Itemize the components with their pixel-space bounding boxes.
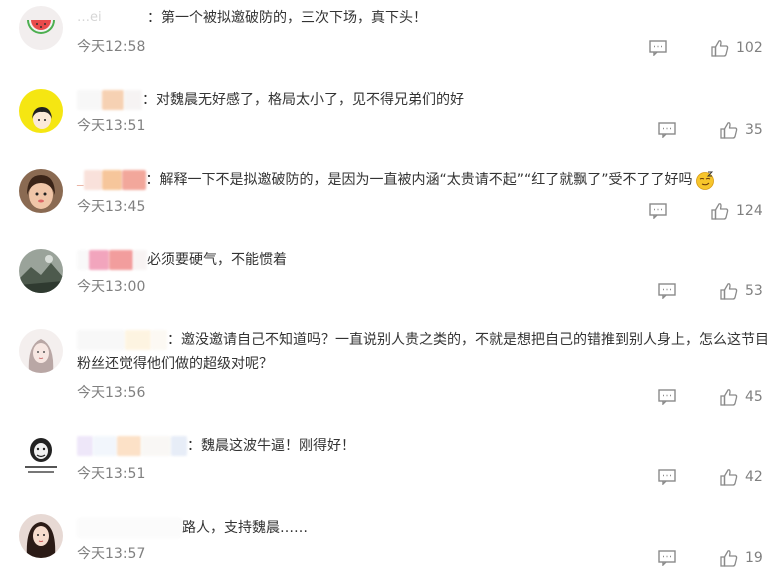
cartoon-girl [19,89,63,133]
username-blur [151,330,167,350]
like-count: 19 [745,550,763,566]
comment-text: 魏晨这波牛逼！刚得好！ [201,438,355,454]
comment-text-line: _ ：解释一下不是拟邀破防的，是因为一直被内涵“太贵请不起”“红了就飘了”受不了了… [77,168,774,192]
comment-text-line: ：魏晨这波牛逼！刚得好！ [77,434,774,458]
comment-text-line: 路人，支持魏晨…… [77,516,774,540]
separator: ： [147,10,161,26]
timestamp: 今天13:51 [77,118,146,134]
username-blur [102,90,124,110]
username-blur [83,170,102,190]
timestamp: 今天13:51 [77,466,146,482]
separator: ： [187,438,201,454]
comment-reply-icon[interactable] [658,122,676,138]
like-count: 124 [736,203,763,219]
username-blur [109,250,133,270]
comment-text: 对魏晨无好感了，格局太小了，见不得兄弟们的好 [156,92,464,108]
comment-text-line: …ei ：第一个被拟邀破防的，三次下场，真下头！ [77,6,774,30]
username-blur [77,518,182,538]
comment-list: …ei ：第一个被拟邀破防的，三次下场，真下头！ 今天12:58 102 ：对魏… [0,0,784,580]
smug-face-emoji [695,171,714,190]
comment-reply-icon[interactable] [658,389,676,405]
separator: ： [142,92,156,108]
username[interactable]: _ [77,168,84,192]
watermelon-icon [19,6,63,50]
comment-reply-icon[interactable] [649,40,667,56]
username-blur [141,436,171,456]
username-blur [77,250,89,270]
comment-text-line: 必须要硬气，不能惯着 [77,248,774,272]
username-blur [77,330,125,350]
like-count: 45 [745,389,763,405]
comment-reply-icon[interactable] [658,550,676,566]
username[interactable]: …ei [77,6,147,30]
girl-photo [19,169,63,213]
username-blur [133,250,147,270]
timestamp: 今天13:45 [77,199,146,215]
timestamp: 今天13:56 [77,385,146,401]
meme-face [19,433,63,477]
username-blur [89,250,109,270]
username-blur [125,330,151,350]
girl-sketch [19,329,63,373]
username-blur [101,170,122,190]
thumbs-up-icon[interactable] [720,121,738,139]
avatar[interactable] [19,89,63,133]
username-blur [93,436,117,456]
avatar[interactable] [19,329,63,373]
comment-text: 路人，支持魏晨…… [182,520,308,536]
thumbs-up-icon[interactable] [711,39,729,57]
username-blur [77,436,93,456]
comment-text-line: ：邀没邀请自己不知道吗？一直说别人贵之类的，不就是想把自己的错推到别人身上，怎么… [77,328,774,376]
thumbs-up-icon[interactable] [720,388,738,406]
comment-reply-icon[interactable] [658,283,676,299]
comment-reply-icon[interactable] [658,469,676,485]
comment-text: 解释一下不是拟邀破防的，是因为一直被内涵“太贵请不起”“红了就飘了”受不了了好吗 [159,172,693,188]
like-count: 42 [745,469,763,485]
like-count: 53 [745,283,763,299]
separator: ： [145,172,160,188]
thumbs-up-icon[interactable] [720,282,738,300]
comment-text: 第一个被拟邀破防的，三次下场，真下头！ [161,10,427,26]
avatar[interactable] [19,433,63,477]
username-blur [124,90,142,110]
landscape-photo [19,249,63,293]
avatar[interactable] [19,6,63,50]
username-blur [117,436,141,456]
avatar[interactable] [19,169,63,213]
timestamp: 今天13:57 [77,546,146,562]
username-blur [77,90,102,110]
like-count: 102 [736,40,763,56]
comment-reply-icon[interactable] [649,203,667,219]
separator: ： [167,332,181,348]
timestamp: 今天12:58 [77,39,146,55]
avatar[interactable] [19,249,63,293]
comment-text: 必须要硬气，不能惯着 [147,252,287,268]
long-hair-girl [19,514,63,558]
username-blur [121,170,146,190]
thumbs-up-icon[interactable] [711,202,729,220]
timestamp: 今天13:00 [77,279,146,295]
avatar[interactable] [19,514,63,558]
username-blur [171,436,187,456]
comment-text: 邀没邀请自己不知道吗？一直说别人贵之类的，不就是想把自己的错推到别人身上，怎么这… [77,332,769,372]
like-count: 35 [745,122,763,138]
thumbs-up-icon[interactable] [720,549,738,567]
thumbs-up-icon[interactable] [720,468,738,486]
comment-text-line: ：对魏晨无好感了，格局太小了，见不得兄弟们的好 [77,88,774,112]
